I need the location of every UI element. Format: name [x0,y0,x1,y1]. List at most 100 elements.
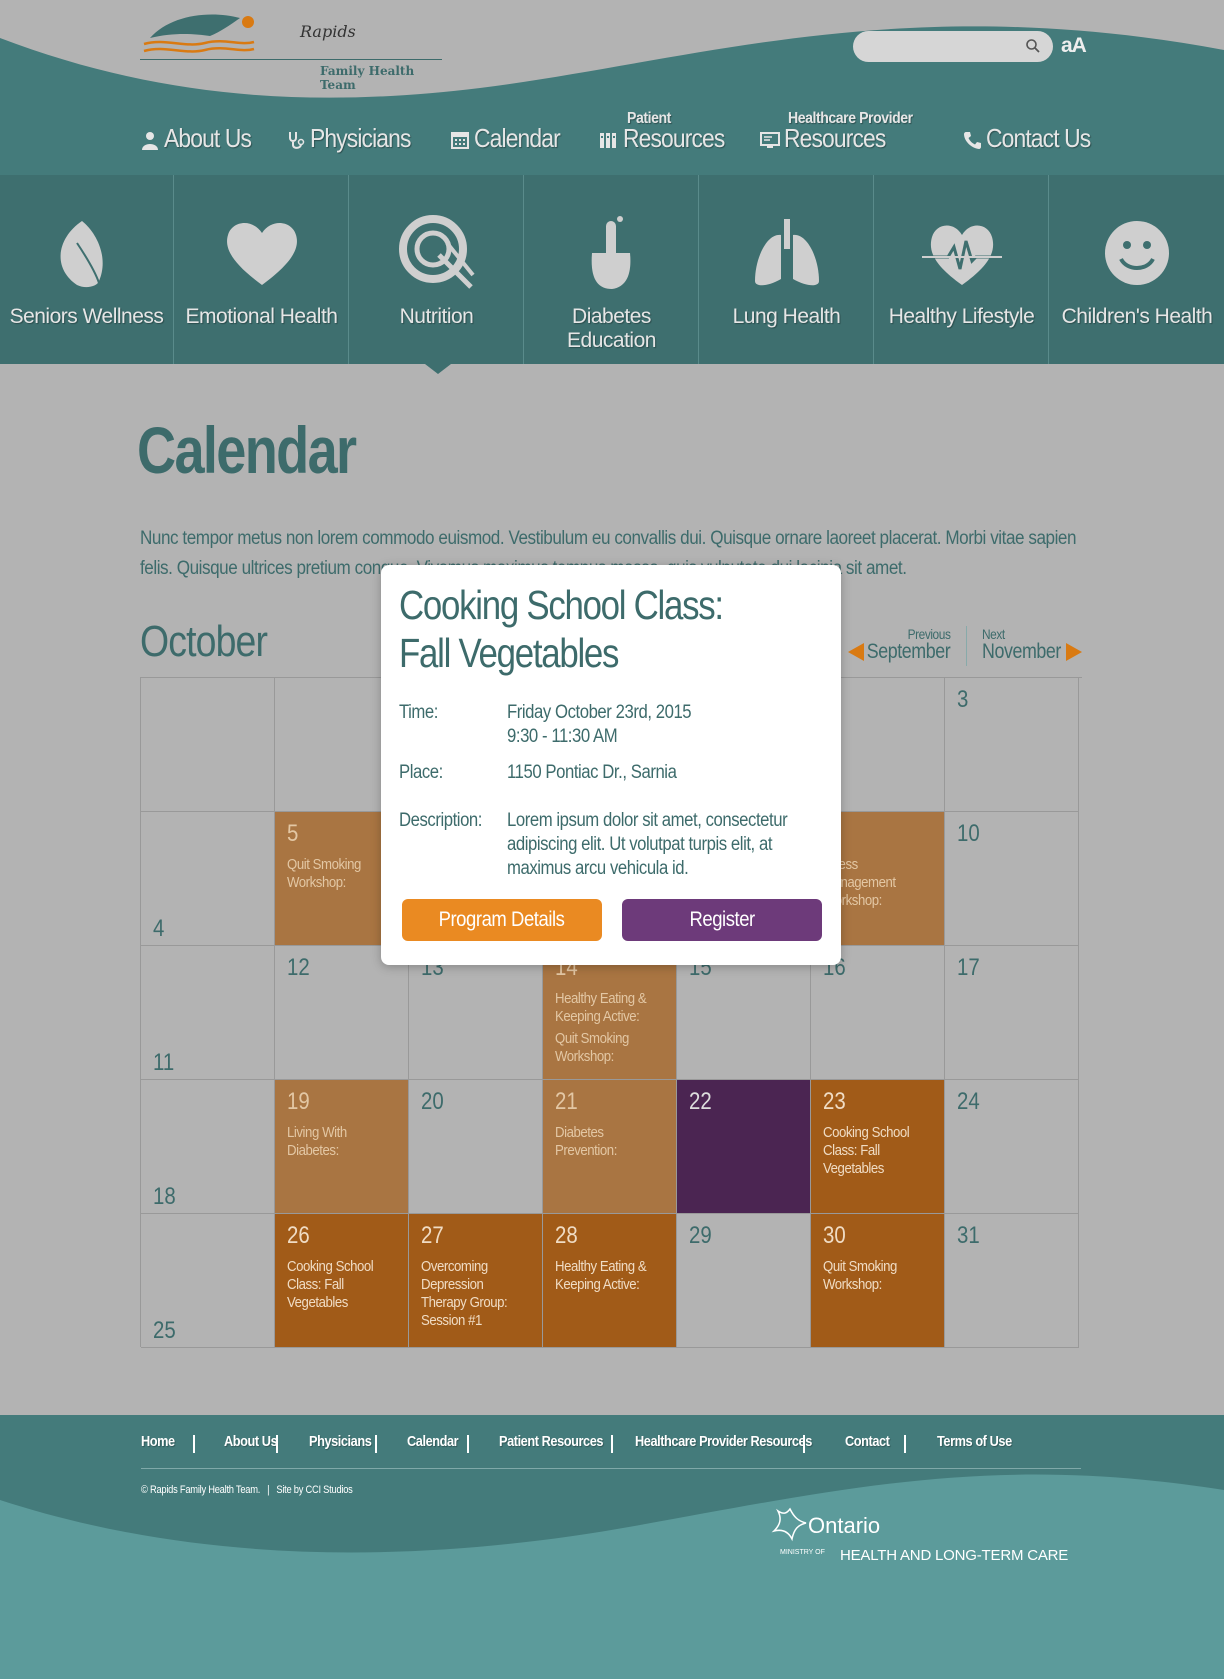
nav-label: Resources [623,123,725,153]
calendar-day[interactable]: 23 Cooking School Class: Fall Vegetables [811,1080,945,1214]
calendar-day[interactable]: 28 Healthy Eating & Keeping Active: [543,1214,677,1348]
calendar-day: 15 [677,946,811,1080]
prev-month-link[interactable]: Previous September [846,626,952,666]
category-childrens-health[interactable]: Children's Health [1050,175,1224,364]
footer-separator [467,1435,469,1453]
calendar-event[interactable]: Cooking School Class: Fall Vegetables [823,1124,927,1178]
calendar-day: 24 [945,1080,1079,1214]
search-icon[interactable] [1025,38,1041,54]
ontario-ministry-logo[interactable]: Ontario MINISTRY OF HEALTH AND LONG-TERM… [770,1505,1085,1575]
nav-physicians[interactable]: Physicians [286,108,421,158]
nav-label: Physicians [310,123,411,153]
day-number: 5 [287,820,299,847]
day-number: 23 [823,1088,846,1115]
calendar-day: 11 [141,946,275,1080]
finger-prick-icon [591,216,630,289]
text-size-toggle[interactable]: aA [1061,34,1087,58]
category-nutrition[interactable]: Nutrition [350,175,524,364]
category-seniors-wellness[interactable]: Seniors Wellness [0,175,174,364]
calendar-day[interactable]: 14 Healthy Eating & Keeping Active: Quit S… [543,946,677,1080]
calendar-event[interactable]: Diabetes Prevention: [555,1124,659,1160]
event-modal: Cooking School Class: Fall Vegetables Ti… [381,565,841,965]
calendar-event[interactable]: Overcoming Depression Therapy Group: Ses… [421,1258,525,1330]
time-label: Time: [399,702,438,723]
calendar-event[interactable]: Quit Smoking Workshop: [555,1030,659,1066]
copyright: © Rapids Family Health Team. | Site by C… [141,1484,353,1496]
footer-separator [193,1435,195,1453]
calendar-day: 3 [945,678,1079,812]
category-diabetes-education[interactable]: Diabetes Education [525,175,699,364]
register-button[interactable]: Register [622,899,822,941]
footer-link[interactable]: Healthcare Provider Resources [635,1433,812,1450]
calendar-day[interactable]: 19 Living With Diabetes: [275,1080,409,1214]
category-label: Lung Health [732,305,841,328]
site-credit-link[interactable]: Site by CCI Studios [276,1484,352,1496]
calendar-event[interactable]: Quit Smoking Workshop: [823,1258,927,1294]
day-events: Cooking School Class: Fall Vegetables [823,1124,941,1182]
calendar-day: 10 [945,812,1079,946]
category-lung-health[interactable]: Lung Health [700,175,874,364]
day-number: 21 [555,1088,578,1115]
nav-patient-resources[interactable]: Patient Resources [599,108,729,158]
footer-separator [904,1435,906,1453]
category-label: Nutrition [399,305,474,328]
nav-contact-us[interactable]: Contact Us [962,108,1102,158]
day-number: 12 [287,954,310,981]
description-line: maximus arcu vehicula id. [507,858,689,879]
calendar-day[interactable]: 30 Quit Smoking Workshop: [811,1214,945,1348]
category-healthy-lifestyle[interactable]: Healthy Lifestyle [875,175,1049,364]
place-value: 1150 Pontiac Dr., Sarnia [507,762,677,783]
footer-link[interactable]: About Us [224,1433,278,1450]
button-label: Register [689,908,755,931]
brand-name-top: Rapids [300,22,356,41]
calendar-day: 4 [141,812,275,946]
calendar-day [141,678,275,812]
next-arrow-icon[interactable] [1066,643,1082,661]
calendar-day[interactable]: 26 Cooking School Class: Fall Vegetables [275,1214,409,1348]
footer-separator [375,1435,377,1453]
nav-about-us[interactable]: About Us [140,108,270,158]
day-events: Quit Smoking Workshop: [823,1258,941,1298]
person-icon [142,132,158,150]
brand-name-bottom: Family Health Team [320,64,415,92]
footer-separator [803,1435,805,1453]
site-footer: Home About Us Physicians Calendar Patient Re… [0,1415,1224,1679]
calendar-day: 20 [409,1080,543,1214]
footer-link[interactable]: Home [141,1433,175,1450]
calendar-day[interactable]: 27 Overcoming Depression Therapy Group: S… [409,1214,543,1348]
calendar-event[interactable]: Living With Diabetes: [287,1124,391,1160]
nav-calendar[interactable]: Calendar [450,108,570,158]
footer-link[interactable]: Calendar [407,1433,459,1450]
footer-separator [276,1435,278,1453]
calendar-event[interactable]: Cooking School Class: Fall Vegetables [287,1258,391,1312]
day-events: Overcoming Depression Therapy Group: Ses… [421,1258,539,1334]
day-events: Living With Diabetes: [287,1124,405,1164]
calendar-day: 31 [945,1214,1079,1348]
footer-link[interactable]: Patient Resources [499,1433,603,1450]
nav-provider-resources[interactable]: Healthcare Provider Resources [760,108,960,158]
day-events: Healthy Eating & Keeping Active: Quit Smo… [555,990,673,1070]
program-details-button[interactable]: Program Details [402,899,602,941]
calendar-day[interactable]: 21 Diabetes Prevention: [543,1080,677,1214]
prev-month-name: September [866,640,951,663]
calendar-event[interactable]: Healthy Eating & Keeping Active: [555,1258,659,1294]
footer-link[interactable]: Contact [845,1433,890,1450]
footer-link[interactable]: Physicians [309,1433,372,1450]
trillium-icon [771,1507,807,1542]
site-logo[interactable]: Rapids Family Health Team [140,8,442,92]
heart-icon [226,223,297,285]
search-input[interactable] [853,31,1053,62]
calendar-event[interactable]: Quit Smoking Workshop: [287,856,391,892]
day-events: Healthy Eating & Keeping Active: [555,1258,673,1298]
calendar-event[interactable]: Healthy Eating & Keeping Active: [555,990,659,1026]
button-label: Program Details [439,908,565,931]
category-emotional-health[interactable]: Emotional Health [175,175,349,364]
calendar-day: 12 [275,946,409,1080]
footer-link[interactable]: Terms of Use [937,1433,1012,1450]
calendar-day[interactable]: 22 [677,1080,811,1214]
day-number: 26 [287,1222,310,1249]
site-header: Rapids Family Health Team aA About Us Ph… [0,0,1224,175]
calendar-day: 18 [141,1080,275,1214]
event-title-line: Fall Vegetables [399,630,619,676]
ministry-of-label: MINISTRY OF [780,1549,825,1556]
